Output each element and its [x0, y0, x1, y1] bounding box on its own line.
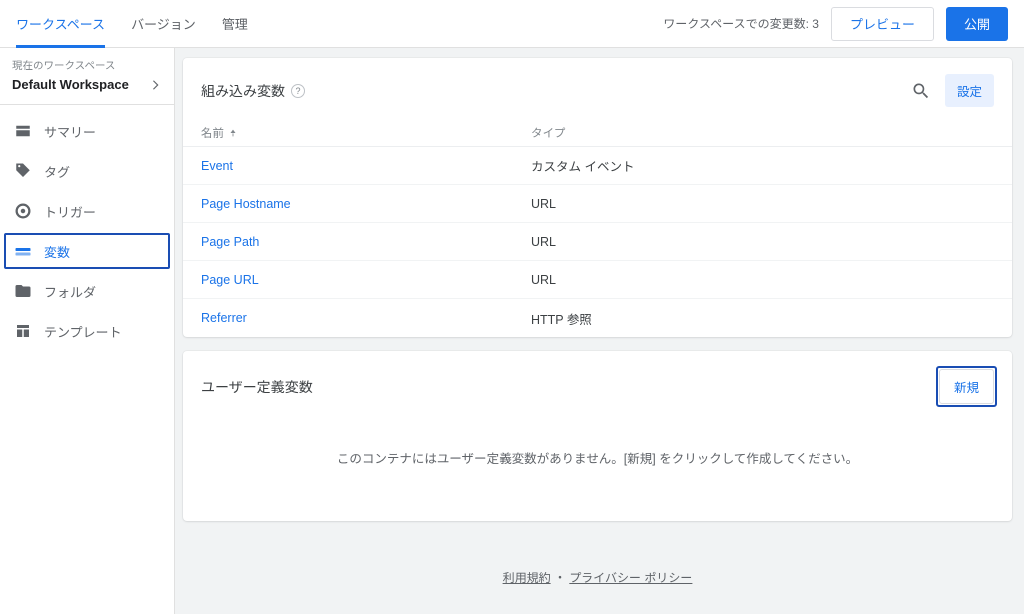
workspace-name: Default Workspace	[12, 77, 129, 92]
tab-admin[interactable]: 管理	[222, 1, 248, 48]
variable-icon	[14, 242, 32, 260]
terms-link[interactable]: 利用規約	[503, 571, 551, 585]
sidebar-item-variables[interactable]: 変数	[0, 231, 174, 271]
tab-version[interactable]: バージョン	[131, 1, 196, 48]
top-bar: ワークスペース バージョン 管理 ワークスペースでの変更数: 3 プレビュー 公…	[0, 0, 1024, 48]
tab-workspace[interactable]: ワークスペース	[16, 1, 105, 48]
sort-asc-icon	[228, 128, 238, 138]
template-icon	[14, 322, 32, 340]
sidebar-item-summary[interactable]: サマリー	[0, 111, 174, 151]
user-variables-title: ユーザー定義変数	[201, 377, 313, 397]
privacy-link[interactable]: プライバシー ポリシー	[569, 571, 692, 585]
help-icon[interactable]: ?	[291, 84, 305, 98]
table-row[interactable]: ReferrerHTTP 参照	[183, 299, 1012, 337]
main-content: 組み込み変数 ? 設定 名前 タイプ Eventカスタム イベント Page	[175, 48, 1024, 614]
folder-icon	[14, 282, 32, 300]
sidebar-item-tags[interactable]: タグ	[0, 151, 174, 191]
user-variables-card: ユーザー定義変数 新規 このコンテナにはユーザー定義変数がありません。[新規] …	[183, 351, 1012, 521]
dashboard-icon	[14, 122, 32, 140]
column-name-header[interactable]: 名前	[201, 125, 531, 141]
sidebar-item-label: フォルダ	[44, 282, 96, 301]
table-row[interactable]: Page PathURL	[183, 223, 1012, 261]
sidebar-item-templates[interactable]: テンプレート	[0, 311, 174, 351]
sidebar-item-label: 変数	[44, 242, 70, 261]
search-icon[interactable]	[911, 81, 931, 101]
target-icon	[14, 202, 32, 220]
empty-state-message: このコンテナにはユーザー定義変数がありません。[新規] をクリックして作成してく…	[183, 414, 1012, 521]
sidebar-item-label: サマリー	[44, 122, 96, 141]
tag-icon	[14, 162, 32, 180]
sidebar-item-triggers[interactable]: トリガー	[0, 191, 174, 231]
table-row[interactable]: Eventカスタム イベント	[183, 147, 1012, 185]
table-header: 名前 タイプ	[183, 119, 1012, 147]
preview-button[interactable]: プレビュー	[831, 7, 934, 41]
builtin-title: 組み込み変数 ?	[201, 81, 305, 101]
configure-button[interactable]: 設定	[945, 74, 994, 107]
builtin-variables-card: 組み込み変数 ? 設定 名前 タイプ Eventカスタム イベント Page	[183, 58, 1012, 337]
workspace-changes-count: ワークスペースでの変更数: 3	[663, 15, 819, 32]
table-row[interactable]: Page HostnameURL	[183, 185, 1012, 223]
sidebar-item-label: トリガー	[44, 202, 96, 221]
table-row[interactable]: Page URLURL	[183, 261, 1012, 299]
sidebar: 現在のワークスペース Default Workspace サマリー タグ トリガ…	[0, 48, 175, 614]
workspace-caption: 現在のワークスペース	[12, 58, 162, 73]
publish-button[interactable]: 公開	[946, 7, 1008, 41]
chevron-right-icon	[148, 78, 162, 92]
side-nav: サマリー タグ トリガー 変数 フォルダ テンプレート	[0, 105, 174, 351]
sidebar-item-folders[interactable]: フォルダ	[0, 271, 174, 311]
sidebar-item-label: テンプレート	[44, 322, 122, 341]
workspace-selector[interactable]: 現在のワークスペース Default Workspace	[0, 48, 174, 105]
footer: 利用規約 ・ プライバシー ポリシー	[183, 535, 1012, 586]
top-tabs: ワークスペース バージョン 管理	[16, 0, 248, 47]
new-button[interactable]: 新規	[939, 369, 994, 404]
sidebar-item-label: タグ	[44, 162, 70, 181]
column-type-header[interactable]: タイプ	[531, 125, 994, 141]
